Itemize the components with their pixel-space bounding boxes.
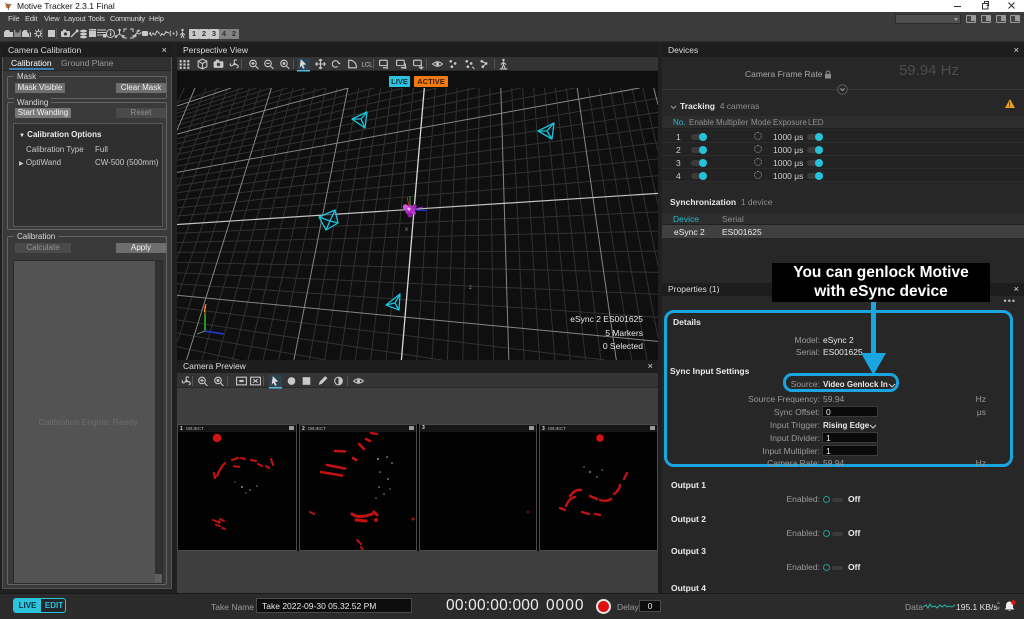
svg-text:x: x: [405, 227, 408, 233]
svg-text:z: z: [469, 285, 472, 291]
svg-text:LCL: LCL: [362, 63, 374, 69]
